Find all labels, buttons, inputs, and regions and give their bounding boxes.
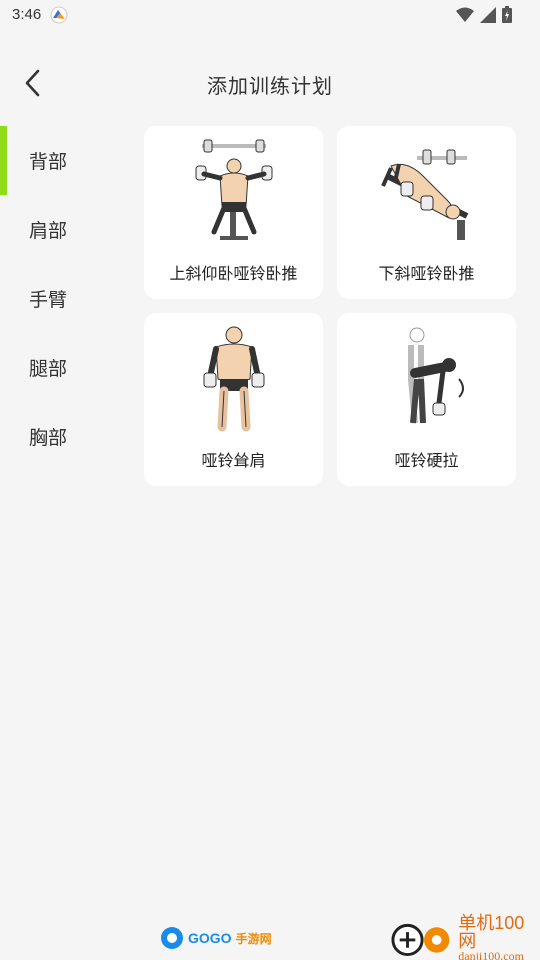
- sidebar-item-label: 背部: [29, 151, 68, 173]
- battery-icon: [502, 6, 512, 23]
- status-time: 3:46: [12, 6, 42, 23]
- sidebar-item-label: 肩部: [29, 220, 68, 242]
- danji-brand-url: danji100.com: [458, 949, 524, 960]
- exercise-label: 哑铃耸肩: [201, 451, 266, 470]
- sidebar-item-chest[interactable]: 胸部: [0, 402, 120, 471]
- sidebar-item-shoulders[interactable]: 肩部: [0, 195, 120, 264]
- danji-logo-icon: [391, 923, 450, 956]
- gogo-brand-sub: 手游网: [235, 931, 272, 946]
- status-icons: [456, 6, 512, 23]
- decline-dumbbell-press-icon: [380, 149, 468, 240]
- exercise-label: 哑铃硬拉: [394, 451, 459, 470]
- exercise-label: 下斜哑铃卧推: [378, 264, 475, 283]
- dumbbell-shrug-icon: [203, 326, 264, 432]
- exercise-label: 上斜仰卧哑铃卧推: [169, 264, 298, 283]
- exercise-card[interactable]: 下斜哑铃卧推: [337, 126, 516, 299]
- wifi-icon: [456, 7, 474, 22]
- sidebar-item-legs[interactable]: 腿部: [0, 333, 120, 402]
- gogo-brand-text: GOGO: [188, 930, 232, 946]
- danji-brand-title: 单机100网: [458, 913, 525, 951]
- sidebar-item-label: 腿部: [29, 358, 68, 380]
- incline-dumbbell-press-icon: [195, 139, 272, 240]
- sidebar-item-arms[interactable]: 手臂: [0, 264, 120, 333]
- page-title: 添加训练计划: [207, 74, 333, 98]
- exercise-card[interactable]: 哑铃硬拉: [337, 313, 516, 486]
- gogo-logo-icon: [161, 927, 183, 949]
- app-notification-icon: [50, 6, 68, 24]
- sidebar-item-back[interactable]: 背部: [0, 126, 120, 195]
- category-sidebar: 背部 肩部 手臂 腿部 胸部: [0, 126, 120, 471]
- header: 添加训练计划: [0, 48, 540, 118]
- danji-watermark-logo: 单机100网 danji100.com: [390, 914, 540, 960]
- exercise-card[interactable]: 上斜仰卧哑铃卧推: [144, 126, 323, 299]
- sidebar-item-label: 手臂: [29, 289, 68, 311]
- gogo-watermark-logo: GOGO 手游网: [160, 924, 272, 952]
- sidebar-item-label: 胸部: [29, 427, 68, 449]
- status-bar: 3:46: [0, 0, 540, 32]
- dumbbell-deadlift-icon: [407, 327, 464, 424]
- danji-brand: 单机100网 danji100.com: [458, 914, 540, 960]
- signal-icon: [480, 6, 496, 23]
- exercise-card[interactable]: 哑铃耸肩: [144, 313, 323, 486]
